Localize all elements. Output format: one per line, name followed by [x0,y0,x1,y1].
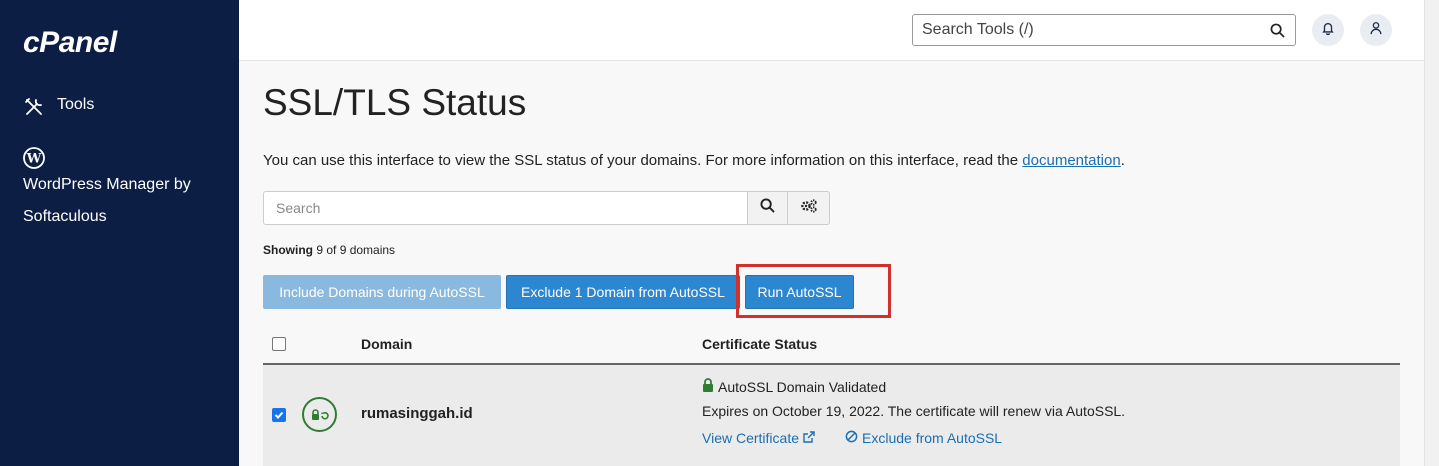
top-bar [239,0,1424,61]
row-checkbox[interactable] [272,408,286,422]
search-tools-box [912,14,1296,46]
bell-icon [1321,21,1335,40]
external-link-icon [803,430,815,446]
select-all-checkbox[interactable] [272,337,286,351]
showing-value: 9 of 9 domains [316,243,396,257]
sidebar-item-tools[interactable]: Tools [23,96,94,118]
page-title: SSL/TLS Status [263,82,527,123]
domain-search-input[interactable] [263,191,748,225]
sidebar-item-label: WordPress Manager by Softaculous [23,176,191,225]
documentation-link[interactable]: documentation [1022,152,1120,169]
page-scrollbar[interactable] [1424,0,1439,466]
wordpress-icon: W [23,147,45,169]
lock-icon [702,378,714,395]
intro-sentence: You can use this interface to view the S… [263,152,1023,169]
search-icon[interactable] [1265,23,1289,38]
domain-column-header[interactable]: Domain [361,336,412,352]
ban-icon [845,430,858,446]
include-domains-button[interactable]: Include Domains during AutoSSL [263,275,501,309]
certificate-actions: View Certificate Exclude from AutoSSL [702,430,1002,446]
gears-icon [800,198,818,219]
svg-text:W: W [26,152,42,167]
highlight-box [736,264,891,318]
view-certificate-link[interactable]: View Certificate [702,430,815,446]
table-row: rumasinggah.id AutoSSL Domain Validated … [263,365,1400,466]
intro-period: . [1120,152,1125,169]
settings-button[interactable] [788,191,830,225]
cpanel-logo[interactable]: cPanel [23,26,117,60]
search-button[interactable] [748,191,788,225]
exclude-label: Exclude from AutoSSL [862,430,1003,446]
tools-icon [23,96,45,118]
sidebar: cPanel Tools W WordPress Manager by Soft… [0,0,239,466]
sidebar-item-wordpress-manager[interactable]: W WordPress Manager by Softaculous [23,142,223,233]
user-menu-button[interactable] [1360,14,1392,46]
view-certificate-label: View Certificate [702,430,800,446]
search-icon [760,198,775,218]
domain-name: rumasinggah.id [361,405,473,422]
exclude-domain-button[interactable]: Exclude 1 Domain from AutoSSL [506,275,740,309]
certificate-status-column-header[interactable]: Certificate Status [702,336,817,352]
expiry-text: Expires on October 19, 2022. The certifi… [702,403,1126,419]
search-tools-input[interactable] [920,16,1265,44]
notifications-button[interactable] [1312,14,1344,46]
user-icon [1369,21,1383,40]
showing-count: Showing 9 of 9 domains [263,243,395,257]
domain-search-group [263,191,830,225]
exclude-from-autossl-link[interactable]: Exclude from AutoSSL [845,430,1002,446]
status-title: AutoSSL Domain Validated [718,378,887,395]
autossl-status-icon [302,397,337,432]
table-header: Domain Certificate Status [263,325,1400,365]
sidebar-item-label: Tools [57,96,95,113]
showing-label: Showing [263,243,313,257]
intro-text: You can use this interface to view the S… [263,152,1125,169]
certificate-status: AutoSSL Domain Validated [702,378,886,395]
